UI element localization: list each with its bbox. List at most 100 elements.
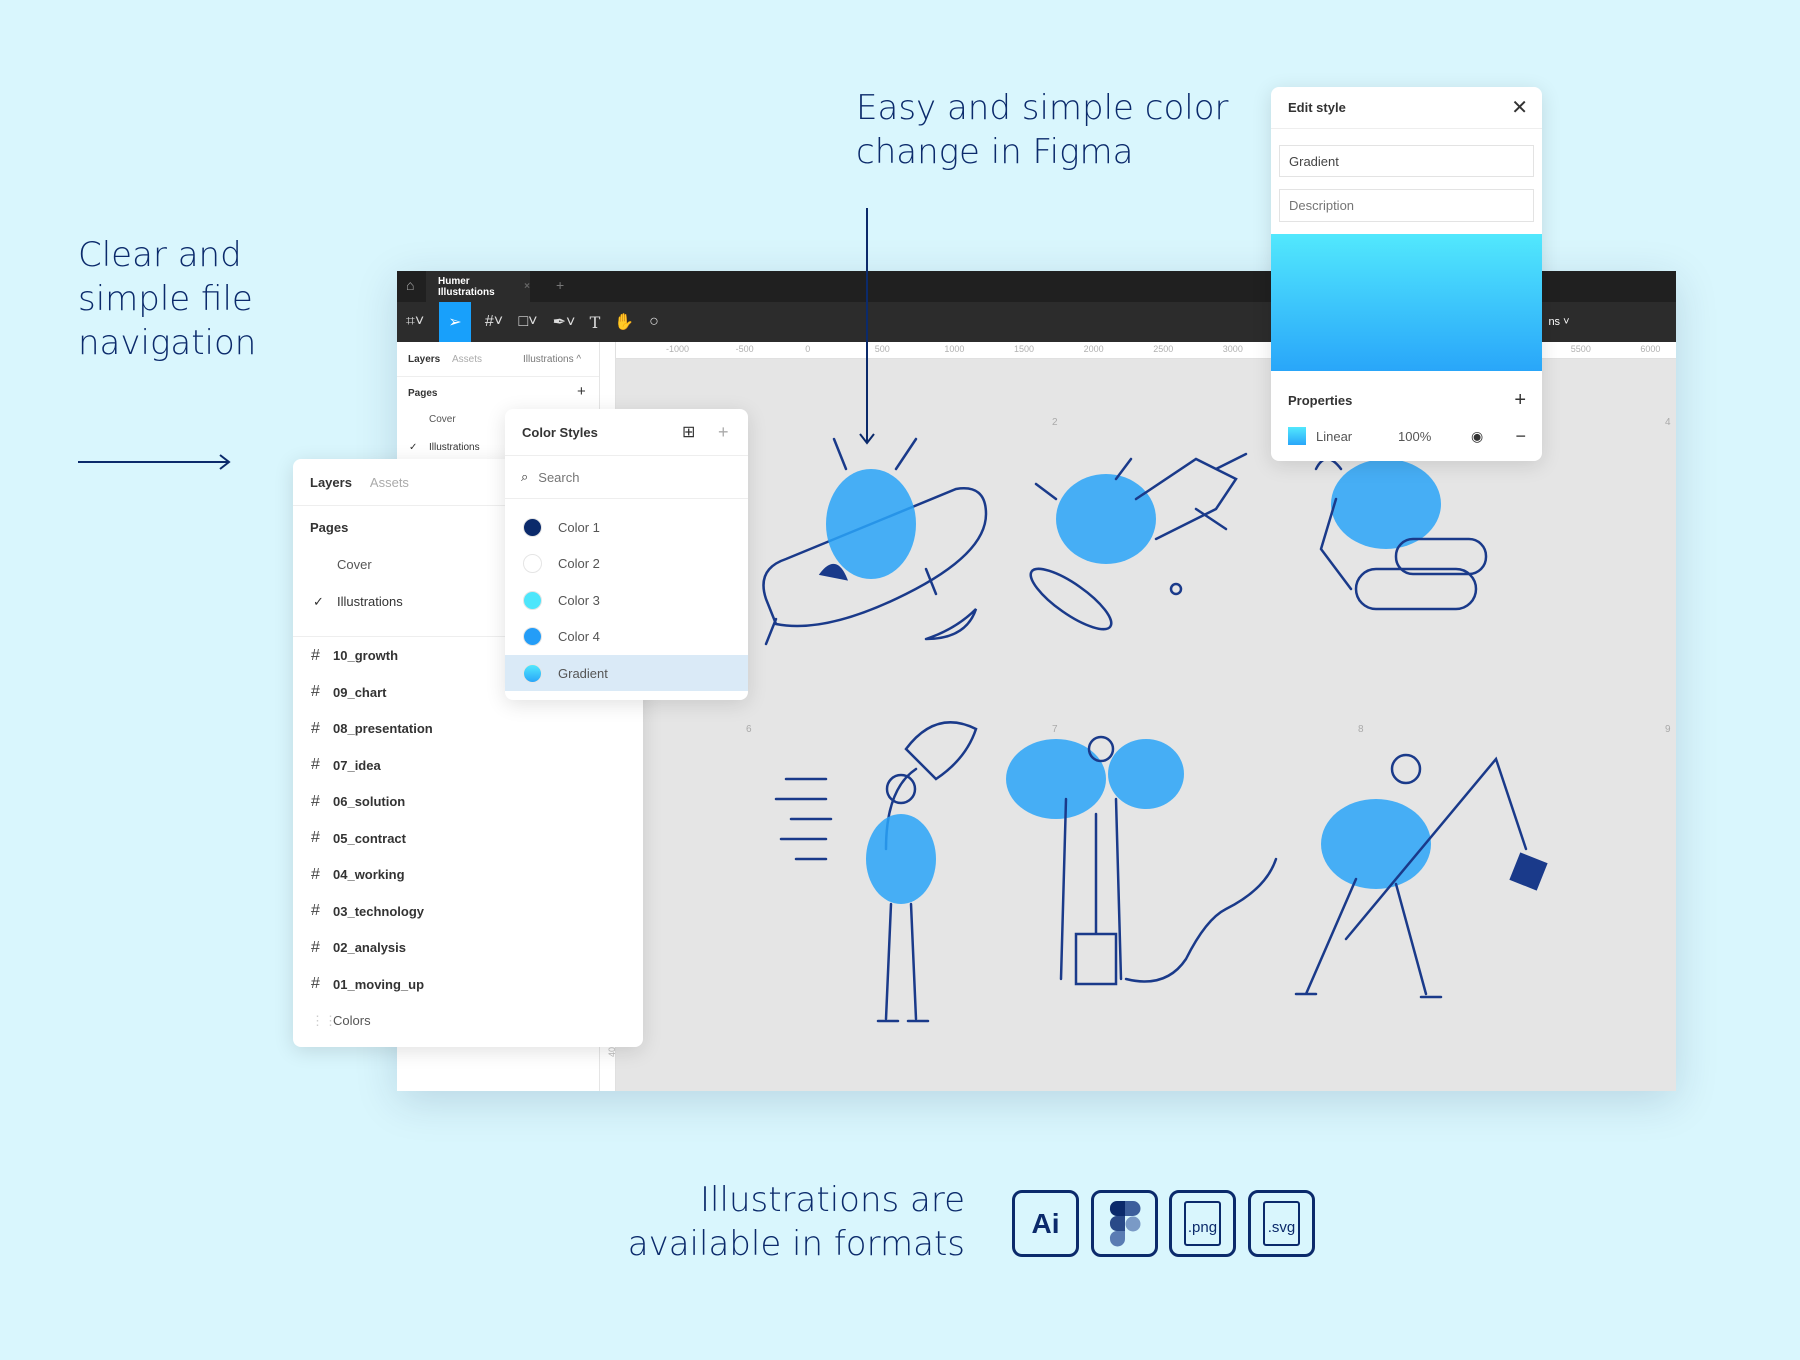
layer-frame[interactable]: #03_technology: [293, 899, 643, 924]
ruler-label: -500: [735, 344, 754, 354]
illustration-skateboard: [1029, 452, 1248, 631]
eye-icon[interactable]: ◉: [1471, 428, 1483, 445]
color-swatch: [523, 517, 542, 537]
fill-type[interactable]: Linear: [1316, 429, 1352, 444]
text-tool-icon[interactable]: T: [583, 302, 607, 342]
close-tab-icon[interactable]: ×: [524, 281, 530, 292]
add-style-icon[interactable]: +: [718, 422, 729, 443]
ruler-label: 5500: [1570, 344, 1591, 354]
page-select[interactable]: ns ˅: [1539, 302, 1579, 342]
edit-style-panel: Edit style ✕ Properties + Linear 100% ◉ …: [1271, 87, 1542, 461]
layer-colors[interactable]: ⋮⋮ Colors: [293, 1008, 643, 1033]
style-name-input[interactable]: [1279, 145, 1534, 177]
check-icon: ✓: [409, 442, 418, 453]
headline-formats: Illustrations are available in formats: [627, 1180, 965, 1264]
properties-label: Properties: [1288, 392, 1353, 408]
add-property-icon[interactable]: +: [1514, 389, 1526, 412]
canvas[interactable]: 2 4 6 7 8 9: [616, 359, 1676, 1091]
arrow-right-icon: [78, 454, 231, 470]
ruler-label: 2500: [1153, 344, 1174, 354]
frame-icon: #: [311, 902, 320, 919]
comment-tool-icon[interactable]: ○: [641, 302, 667, 342]
format-png-icon: .png: [1169, 1190, 1236, 1257]
frame-icon: #: [311, 975, 320, 992]
frame-icon: #: [311, 792, 320, 810]
frame-icon: #: [311, 646, 320, 664]
ruler-label: 0: [805, 344, 811, 354]
move-tool-icon[interactable]: ➢: [439, 302, 471, 342]
illustration-bathtub: [762, 437, 988, 646]
gradient-preview[interactable]: [1271, 234, 1542, 371]
search-input[interactable]: [538, 469, 689, 485]
color-swatch: [523, 627, 542, 646]
color-style-item[interactable]: Color 1: [505, 509, 748, 545]
illustration-fishing: [1294, 753, 1548, 999]
page-cover[interactable]: Cover: [429, 414, 456, 425]
layer-frame[interactable]: #07_idea: [293, 753, 643, 778]
page-dropdown[interactable]: Illustrations ^: [523, 354, 581, 365]
home-icon[interactable]: ⌂: [406, 277, 414, 293]
layer-frame[interactable]: #08_presentation: [293, 716, 643, 741]
format-figma-icon: [1091, 1190, 1158, 1257]
frame-icon: #: [311, 719, 320, 737]
fill-opacity[interactable]: 100%: [1398, 429, 1431, 444]
ruler-label: 1500: [1014, 344, 1035, 354]
color-style-item[interactable]: Color 3: [505, 582, 748, 618]
color-swatch: [523, 663, 542, 683]
frame-tool-icon[interactable]: #˅: [479, 302, 509, 342]
layer-frame[interactable]: #05_contract: [293, 826, 643, 851]
format-ai-icon: Ai: [1012, 1190, 1079, 1257]
tab-layers[interactable]: Layers: [408, 354, 440, 365]
pen-tool-icon[interactable]: ✒˅: [549, 302, 579, 342]
add-page-icon[interactable]: +: [577, 383, 586, 400]
tab-assets[interactable]: Assets: [452, 354, 482, 365]
shape-tool-icon[interactable]: □˅: [513, 302, 543, 342]
tab-layers[interactable]: Layers: [310, 475, 352, 490]
layer-frame[interactable]: #06_solution: [293, 789, 643, 814]
illustration-umbrella: [774, 721, 978, 1023]
color-style-item[interactable]: Color 2: [505, 546, 748, 582]
pages-label: Pages: [310, 520, 349, 535]
frame-icon: #: [311, 683, 320, 700]
panel-title: Color Styles: [522, 424, 598, 440]
color-style-item[interactable]: Color 4: [505, 619, 748, 655]
file-tab[interactable]: Humer Illustrations ×: [426, 271, 530, 302]
frame-icon: #: [311, 865, 320, 883]
frame-icon: #: [311, 756, 320, 773]
color-swatch: [523, 590, 542, 610]
page-illustrations[interactable]: Illustrations: [429, 442, 480, 453]
layer-frame[interactable]: #04_working: [293, 862, 643, 887]
hand-tool-icon[interactable]: ✋: [611, 302, 637, 342]
illustration-pump: [1006, 735, 1278, 986]
color-style-item[interactable]: Gradient: [505, 655, 748, 691]
color-styles-panel: Color Styles ⊞ + ⌕ Color 1Color 2Color 3…: [505, 409, 748, 700]
illustration-logs: [1314, 457, 1488, 611]
group-icon: ⋮⋮: [311, 1012, 337, 1028]
check-icon: ✓: [313, 593, 324, 609]
description-input[interactable]: [1279, 189, 1534, 222]
frame-icon: #: [311, 938, 320, 956]
ruler-label: 6000: [1640, 344, 1661, 354]
layer-frame[interactable]: #01_moving_up: [293, 972, 643, 997]
remove-fill-icon[interactable]: −: [1515, 426, 1526, 447]
pages-label: Pages: [408, 388, 438, 399]
panel-title: Edit style: [1288, 100, 1346, 115]
search-icon: ⌕: [521, 469, 529, 484]
ruler-label: 3000: [1222, 344, 1243, 354]
main-menu-icon[interactable]: ⌗˅: [401, 302, 429, 342]
arrow-down-icon: [859, 208, 875, 445]
search-field[interactable]: ⌕: [505, 456, 748, 499]
fill-swatch[interactable]: [1288, 427, 1306, 445]
headline-color: Easy and simple color change in Figma: [856, 88, 1229, 172]
close-icon[interactable]: ✕: [1511, 95, 1528, 120]
layer-frame[interactable]: #02_analysis: [293, 935, 643, 960]
grid-view-icon[interactable]: ⊞: [682, 422, 695, 442]
headline-navigation: Clear and simple file navigation: [78, 235, 257, 363]
color-swatch: [523, 554, 542, 573]
ruler-label: 500: [874, 344, 890, 354]
ruler-label: 2000: [1083, 344, 1104, 354]
tab-assets[interactable]: Assets: [370, 475, 409, 490]
frame-icon: #: [311, 829, 320, 846]
ruler-label: -1000: [666, 344, 690, 354]
new-tab-icon[interactable]: +: [556, 277, 564, 293]
